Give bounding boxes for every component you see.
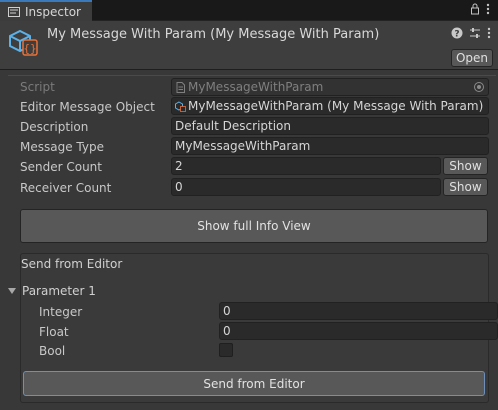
tab-label: Inspector [25,4,81,19]
show-full-info-view-button[interactable]: Show full Info View [20,209,488,243]
kebab-menu-icon[interactable] [486,3,490,15]
sender-count-label: Sender Count [20,160,102,174]
script-value: MyMessageWithParam [188,80,324,94]
tab-bar: Inspector [0,0,498,21]
help-icon[interactable]: ? [451,27,463,39]
float-input[interactable]: 0 [219,322,498,340]
script-file-icon [176,81,185,93]
kebab-menu-icon[interactable] [487,27,491,39]
object-picker-icon [474,82,484,92]
message-type-label: Message Type [20,140,104,154]
bool-checkbox[interactable] [219,343,233,357]
editor-message-object-value: MyMessageWithParam (My Message With Para… [188,99,484,113]
integer-input[interactable]: 0 [219,302,498,320]
lock-icon[interactable] [470,3,480,15]
receiver-count-label: Receiver Count [20,181,112,195]
svg-text:{}: {} [23,42,36,55]
scriptable-object-icon [175,100,186,112]
tab-inspector[interactable]: Inspector [0,0,92,21]
bool-label: Bool [39,344,66,358]
svg-text:?: ? [454,30,459,40]
object-title: My Message With Param (My Message With P… [47,27,380,42]
inspector-icon [8,6,20,17]
divider [8,75,496,76]
scriptable-object-icon: {} [9,29,38,56]
sender-count-input[interactable]: 2 [171,157,441,175]
integer-label: Integer [39,305,83,319]
editor-message-object-field[interactable]: MyMessageWithParam (My Message With Para… [171,97,489,115]
editor-message-object-label: Editor Message Object [20,100,155,114]
foldout-arrow-icon [8,288,16,294]
message-type-input[interactable]: MyMessageWithParam [171,137,489,155]
parameter-1-foldout[interactable]: Parameter 1 [8,284,96,298]
send-from-editor-title: Send from Editor [21,257,123,271]
show-receivers-button[interactable]: Show [443,178,488,196]
description-label: Description [20,120,89,134]
script-label: Script [20,80,55,94]
show-senders-button[interactable]: Show [443,157,488,175]
description-input[interactable]: Default Description [171,117,489,135]
open-button[interactable]: Open [451,49,493,67]
preset-settings-icon[interactable] [469,27,481,39]
script-field: MyMessageWithParam [171,78,489,96]
inspector-header: {} My Message With Param (My Message Wit… [0,21,498,70]
float-label: Float [39,325,69,339]
parameter-1-label: Parameter 1 [22,284,96,298]
send-from-editor-button[interactable]: Send from Editor [23,371,485,396]
receiver-count-input[interactable]: 0 [171,178,441,196]
